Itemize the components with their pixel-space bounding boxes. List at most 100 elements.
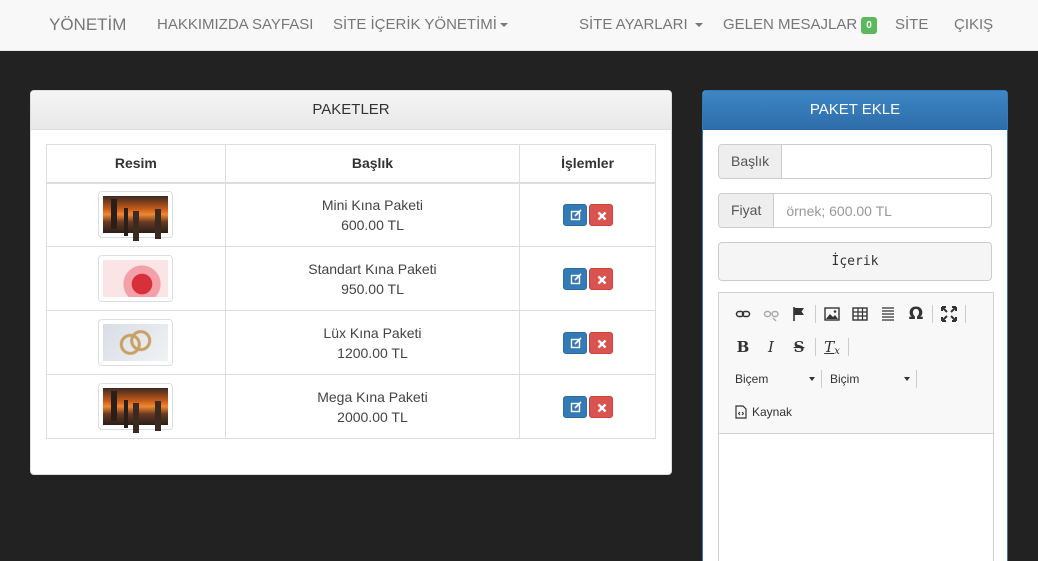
- package-thumbnail: [98, 319, 174, 366]
- rings-image: [103, 324, 169, 361]
- add-package-panel-title: PAKET EKLE: [703, 91, 1007, 130]
- edit-icon: [570, 401, 582, 412]
- title-field-label: Başlık: [719, 145, 783, 178]
- source-button[interactable]: Kaynak: [735, 405, 792, 419]
- table-row: Mini Kına Paketi 600.00 TL: [46, 182, 656, 247]
- title-cell: Standart Kına Paketi 950.00 TL: [224, 246, 521, 311]
- table-header-row: Resim Başlık İşlemler: [46, 144, 656, 184]
- delete-button[interactable]: [588, 203, 613, 226]
- package-name: Mini Kına Paketi: [321, 196, 424, 213]
- package-name: Lüx Kına Paketi: [323, 324, 422, 341]
- link-icon[interactable]: [729, 301, 757, 327]
- messages-count-badge: 0: [861, 16, 877, 34]
- edit-button[interactable]: [562, 395, 587, 418]
- format-combo-label: Biçem: [735, 372, 769, 386]
- actions-cell: [519, 182, 656, 247]
- image-cell: [46, 182, 226, 247]
- title-cell: Lüx Kına Paketi 1200.00 TL: [224, 310, 521, 375]
- nav-messages-label: GELEN MESAJLAR: [723, 16, 858, 33]
- maximize-icon[interactable]: [935, 301, 963, 327]
- special-character-icon[interactable]: Ω: [902, 301, 930, 327]
- horizontal-line-icon[interactable]: [874, 301, 902, 327]
- column-header-title: Başlık: [224, 144, 521, 184]
- content-button[interactable]: İçerik: [718, 242, 992, 281]
- image-icon[interactable]: [818, 301, 846, 327]
- title-input-group: Başlık: [718, 144, 992, 179]
- unlink-icon[interactable]: [757, 301, 785, 327]
- close-icon: [597, 211, 606, 221]
- remove-format-icon[interactable]: Tx: [818, 334, 846, 360]
- brand-link[interactable]: YÖNETİM: [49, 0, 126, 50]
- top-navbar: YÖNETİM HAKKIMIZDA SAYFASI SİTE İÇERİK Y…: [0, 0, 1038, 51]
- toolbar-separator: [932, 305, 933, 323]
- column-header-actions: İşlemler: [519, 144, 656, 184]
- caret-down-icon: [499, 23, 508, 28]
- editor-toolbar-row-3: Biçem Biçim: [729, 366, 919, 392]
- add-package-panel: PAKET EKLE Başlık Fiyat İçerik Ω B I S: [702, 90, 1008, 561]
- price-input-group: Fiyat: [718, 193, 992, 228]
- delete-button[interactable]: [588, 267, 613, 290]
- city-sunset-image: [103, 388, 169, 425]
- image-cell: [46, 310, 226, 375]
- price-field-label: Fiyat: [719, 194, 775, 227]
- close-icon: [597, 403, 606, 412]
- title-input[interactable]: [782, 145, 991, 178]
- format-combo[interactable]: Biçem: [729, 368, 819, 390]
- strikethrough-icon[interactable]: S: [785, 334, 813, 360]
- edit-icon: [570, 337, 582, 348]
- close-icon: [597, 275, 606, 284]
- toolbar-separator: [916, 370, 917, 388]
- edit-button[interactable]: [562, 331, 587, 354]
- package-price: 1200.00 TL: [337, 344, 408, 361]
- italic-icon[interactable]: I: [757, 334, 785, 360]
- source-document-icon: [735, 405, 747, 419]
- chevron-down-icon: [904, 377, 910, 381]
- style-combo[interactable]: Biçim: [824, 368, 914, 390]
- actions-cell: [519, 374, 656, 439]
- package-name: Mega Kına Paketi: [317, 388, 428, 405]
- bold-icon[interactable]: B: [729, 334, 757, 360]
- nav-site[interactable]: SİTE: [895, 0, 928, 50]
- title-cell: Mega Kına Paketi 2000.00 TL: [224, 374, 521, 439]
- flowers-image: [103, 260, 169, 297]
- price-input[interactable]: [774, 194, 991, 227]
- toolbar-separator: [815, 338, 816, 356]
- editor-content-area[interactable]: [719, 433, 993, 561]
- image-cell: [46, 246, 226, 311]
- rich-text-editor: Ω B I S Tx Biçem Biçim Kaynak: [718, 292, 994, 561]
- delete-button[interactable]: [588, 331, 613, 354]
- table-icon[interactable]: [846, 301, 874, 327]
- package-thumbnail: [98, 191, 174, 239]
- style-combo-label: Biçim: [830, 372, 860, 386]
- city-sunset-image: [103, 196, 169, 234]
- editor-toolbar-row-4: Kaynak: [735, 399, 792, 425]
- nav-logout[interactable]: ÇIKIŞ: [954, 0, 993, 50]
- column-header-image: Resim: [46, 144, 226, 184]
- chevron-down-icon: [809, 377, 815, 381]
- nav-about[interactable]: HAKKIMIZDA SAYFASI: [157, 0, 313, 50]
- actions-cell: [519, 310, 656, 375]
- package-price: 600.00 TL: [341, 216, 404, 233]
- nav-content-management-label: SİTE İÇERİK YÖNETİMİ: [333, 16, 497, 33]
- anchor-flag-icon[interactable]: [785, 301, 813, 327]
- delete-button[interactable]: [588, 395, 613, 418]
- editor-toolbar-row-1: Ω: [729, 301, 968, 327]
- table-row: Standart Kına Paketi 950.00 TL: [46, 246, 656, 311]
- caret-down-icon: [694, 23, 703, 28]
- package-thumbnail: [98, 383, 174, 430]
- table-row: Mega Kına Paketi 2000.00 TL: [46, 374, 656, 439]
- nav-content-management-dropdown[interactable]: SİTE İÇERİK YÖNETİMİ: [333, 0, 508, 50]
- edit-icon: [570, 209, 582, 221]
- nav-site-settings-dropdown[interactable]: SİTE AYARLARI: [579, 0, 703, 50]
- toolbar-separator: [848, 338, 849, 356]
- actions-cell: [519, 246, 656, 311]
- packages-table: Resim Başlık İşlemler Mini Kına Paketi 60…: [46, 144, 656, 439]
- editor-toolbar-row-2: B I S Tx: [729, 334, 851, 360]
- nav-site-settings-label: SİTE AYARLARI: [579, 16, 688, 33]
- nav-messages[interactable]: GELEN MESAJLAR 0: [723, 0, 877, 50]
- close-icon: [597, 339, 606, 348]
- edit-button[interactable]: [562, 203, 587, 226]
- edit-button[interactable]: [562, 267, 587, 290]
- table-row: Lüx Kına Paketi 1200.00 TL: [46, 310, 656, 375]
- toolbar-separator: [815, 305, 816, 323]
